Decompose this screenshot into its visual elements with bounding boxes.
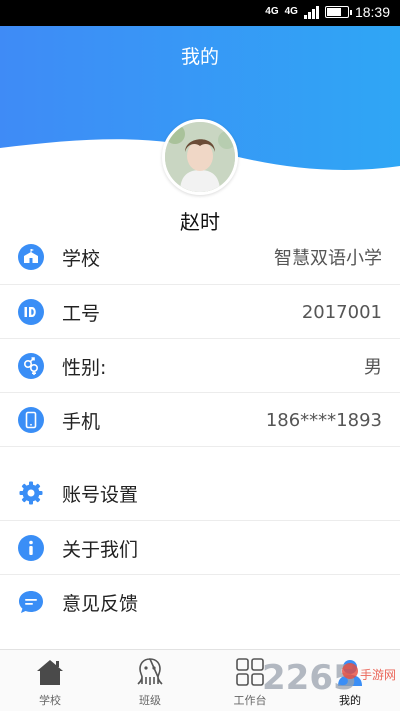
info-row-phone: 手机 186****1893 xyxy=(0,393,400,447)
about-us-item[interactable]: 关于我们 xyxy=(0,521,400,575)
network-type: 4G xyxy=(265,6,279,17)
info-icon xyxy=(18,535,44,561)
tab-class[interactable]: 班级 xyxy=(100,650,200,711)
menu-label: 意见反馈 xyxy=(62,592,139,615)
watermark-subtext: 手游网 xyxy=(360,668,396,682)
avatar[interactable] xyxy=(162,119,238,195)
signal-icon xyxy=(303,5,319,19)
tab-label: 学校 xyxy=(39,694,61,707)
page-title: 我的 xyxy=(180,46,219,68)
phone-icon xyxy=(18,407,44,433)
row-label: 工号 xyxy=(62,302,101,325)
id-icon xyxy=(18,299,44,325)
tab-label: 班级 xyxy=(139,694,161,707)
info-row-gender: 性别: 男 xyxy=(0,339,400,393)
watermark-text: 2265 xyxy=(262,658,357,698)
divider xyxy=(0,446,400,447)
feedback-icon xyxy=(19,591,43,613)
row-value: 186****1893 xyxy=(265,409,382,431)
row-label: 性别: xyxy=(62,356,107,379)
row-value: 男 xyxy=(364,357,382,378)
row-label: 手机 xyxy=(62,410,101,433)
class-icon xyxy=(137,658,163,685)
info-row-staff-id: 工号 2017001 xyxy=(0,285,400,339)
status-bar: 4G 4G 18:39 xyxy=(0,0,400,26)
row-value: 智慧双语小学 xyxy=(274,248,382,269)
home-icon xyxy=(37,660,63,685)
gender-icon xyxy=(18,353,44,379)
menu-label: 账号设置 xyxy=(62,483,139,506)
network-type-secondary: 4G xyxy=(284,6,298,17)
row-value: 2017001 xyxy=(301,301,382,323)
menu-label: 关于我们 xyxy=(62,538,139,561)
feedback-item[interactable]: 意见反馈 xyxy=(0,575,400,629)
watermark-logo: 2265 手游网 xyxy=(262,658,396,698)
gear-icon xyxy=(19,481,43,505)
battery-icon xyxy=(324,6,352,18)
tab-school[interactable]: 学校 xyxy=(0,650,100,711)
account-settings-item[interactable]: 账号设置 xyxy=(0,466,400,520)
info-row-school: 学校 智慧双语小学 xyxy=(0,230,400,284)
school-icon xyxy=(18,244,44,270)
clock: 18:39 xyxy=(354,4,390,20)
row-label: 学校 xyxy=(62,247,101,270)
